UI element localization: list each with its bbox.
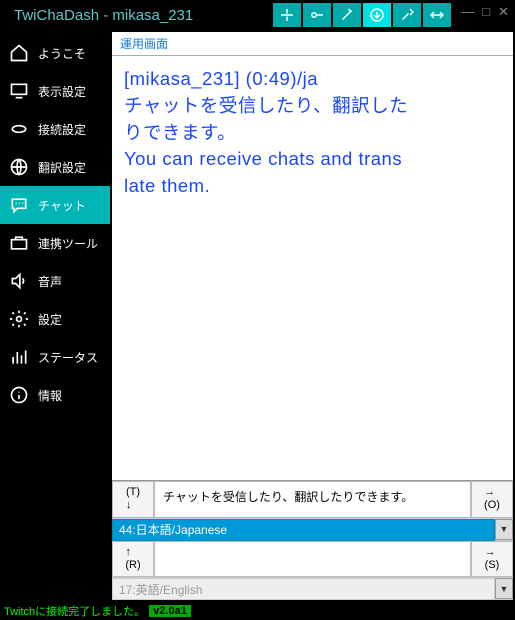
- sidebar-item-welcome[interactable]: ようこそ: [0, 34, 110, 72]
- source-text-input[interactable]: チャットを受信したり、翻訳したりできます。: [154, 481, 471, 517]
- chevron-down-icon[interactable]: ▼: [495, 519, 513, 540]
- chat-line: チャットを受信したり、翻訳した: [124, 93, 501, 120]
- input-section: (T) ↓ チャットを受信したり、翻訳したりできます。 → (O) 44:日本語…: [112, 480, 513, 600]
- reverse-r-button[interactable]: ↑ (R): [112, 541, 154, 577]
- target-text-input[interactable]: [154, 541, 471, 577]
- target-language-select[interactable]: 17:英語/English: [112, 578, 495, 600]
- source-language-select[interactable]: 44:日本語/Japanese: [112, 519, 495, 541]
- sidebar-item-label: 設定: [38, 311, 62, 328]
- gear-icon: [8, 308, 30, 330]
- translate-down-button[interactable]: (T) ↓: [112, 481, 154, 517]
- send-s-button[interactable]: → (S): [471, 541, 513, 577]
- info-icon: [8, 384, 30, 406]
- window-title: TwiChaDash - mikasa_231: [4, 7, 273, 24]
- sidebar-item-label: 翻訳設定: [38, 159, 86, 176]
- sidebar-item-display[interactable]: 表示設定: [0, 72, 110, 110]
- bars-icon: [8, 346, 30, 368]
- sidebar-item-info[interactable]: 情報: [0, 376, 110, 414]
- toolbar-btn-1[interactable]: [273, 3, 301, 27]
- sidebar-item-label: 音声: [38, 273, 62, 290]
- chat-log: [mikasa_231] (0:49)/ja チャットを受信したり、翻訳した り…: [112, 56, 513, 480]
- sidebar-item-tools[interactable]: 連携ツール: [0, 224, 110, 262]
- chat-line: late them.: [124, 173, 501, 200]
- send-o-button[interactable]: → (O): [471, 481, 513, 517]
- close-button[interactable]: ✕: [498, 4, 509, 20]
- chat-line: [mikasa_231] (0:49)/ja: [124, 66, 501, 93]
- sidebar-item-status[interactable]: ステータス: [0, 338, 110, 376]
- statusbar: Twitchに接続完了しました。 v2.0a1: [0, 602, 515, 620]
- sidebar-item-audio[interactable]: 音声: [0, 262, 110, 300]
- window-controls: — □ ✕: [461, 4, 509, 20]
- version-badge: v2.0a1: [149, 605, 191, 617]
- toolbox-icon: [8, 232, 30, 254]
- sidebar-item-label: 表示設定: [38, 83, 86, 100]
- maximize-button[interactable]: □: [482, 4, 490, 20]
- tab-operation[interactable]: 運用画面: [120, 35, 168, 52]
- toolbar-btn-2[interactable]: [303, 3, 331, 27]
- minimize-button[interactable]: —: [461, 4, 474, 20]
- sidebar-item-label: ようこそ: [38, 45, 86, 62]
- titlebar: TwiChaDash - mikasa_231 — □ ✕: [0, 0, 515, 30]
- sidebar-item-label: ステータス: [38, 349, 98, 366]
- tab-strip: 運用画面: [112, 32, 513, 56]
- sidebar: ようこそ 表示設定 接続設定 翻訳設定 チャット 連携ツール: [0, 30, 110, 602]
- speaker-icon: [8, 270, 30, 292]
- home-icon: [8, 42, 30, 64]
- sidebar-item-label: 接続設定: [38, 121, 86, 138]
- toolbar-btn-4[interactable]: [363, 3, 391, 27]
- chat-line: りできます。: [124, 120, 501, 147]
- sidebar-item-label: 情報: [38, 387, 62, 404]
- sidebar-item-connection[interactable]: 接続設定: [0, 110, 110, 148]
- sidebar-item-settings[interactable]: 設定: [0, 300, 110, 338]
- sidebar-item-chat[interactable]: チャット: [0, 186, 110, 224]
- sidebar-item-label: チャット: [38, 197, 86, 214]
- toolbar-btn-3[interactable]: [333, 3, 361, 27]
- status-text: Twitchに接続完了しました。: [4, 603, 145, 619]
- globe-icon: [8, 156, 30, 178]
- toolbar: [273, 3, 451, 27]
- sidebar-item-translate[interactable]: 翻訳設定: [0, 148, 110, 186]
- toolbar-btn-6[interactable]: [423, 3, 451, 27]
- chat-icon: [8, 194, 30, 216]
- chat-line: You can receive chats and trans: [124, 146, 501, 173]
- toolbar-btn-5[interactable]: [393, 3, 421, 27]
- plug-icon: [8, 118, 30, 140]
- content: 運用画面 [mikasa_231] (0:49)/ja チャットを受信したり、翻…: [110, 30, 515, 602]
- sidebar-item-label: 連携ツール: [38, 235, 98, 252]
- chevron-down-icon[interactable]: ▼: [495, 578, 513, 599]
- monitor-icon: [8, 80, 30, 102]
